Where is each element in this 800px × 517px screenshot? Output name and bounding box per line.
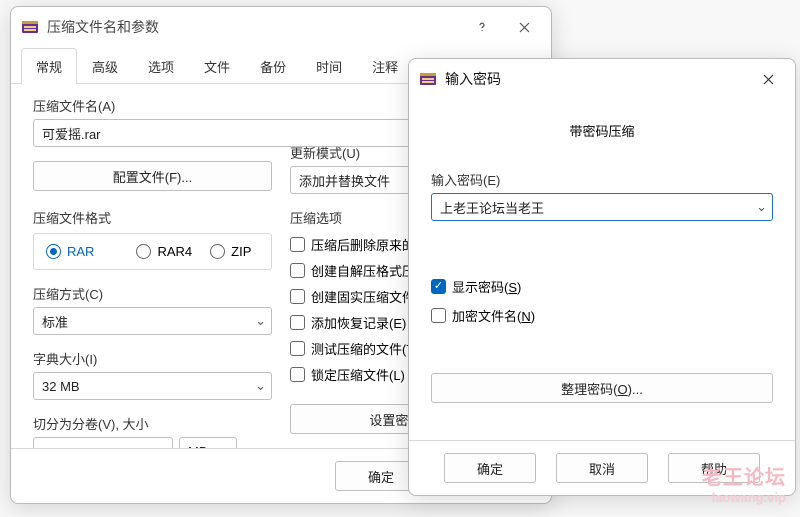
show-password-label: 显示密码(S)	[452, 277, 521, 296]
tab-advanced[interactable]: 高级	[77, 48, 133, 84]
titlebar: 输入密码	[409, 59, 795, 99]
tab-general[interactable]: 常规	[21, 48, 77, 84]
password-label: 输入密码(E)	[431, 170, 773, 189]
app-icon	[21, 18, 39, 36]
encrypt-names-checkbox[interactable]: ✓加密文件名(N)	[431, 306, 773, 325]
close-button[interactable]	[747, 64, 789, 94]
password-input[interactable]	[431, 193, 773, 221]
show-password-checkbox[interactable]: ✓显示密码(S)	[431, 277, 773, 296]
format-rar4-radio[interactable]: RAR4	[136, 244, 192, 259]
help-button[interactable]: 帮助	[668, 453, 760, 483]
tab-options[interactable]: 选项	[133, 48, 189, 84]
dict-label: 字典大小(I)	[33, 349, 272, 368]
format-zip-radio[interactable]: ZIP	[210, 244, 251, 259]
tab-files[interactable]: 文件	[189, 48, 245, 84]
tab-time[interactable]: 时间	[301, 48, 357, 84]
dialog-footer: 确定 取消 帮助	[409, 440, 795, 495]
dialog-body: 带密码压缩 输入密码(E) ⌄ ✓显示密码(S) ✓加密文件名(N) 整理密码(…	[409, 99, 795, 415]
method-select[interactable]	[33, 307, 272, 335]
split-label: 切分为分卷(V), 大小	[33, 414, 272, 433]
organize-passwords-button[interactable]: 整理密码(O)...	[431, 373, 773, 403]
ok-button[interactable]: 确定	[444, 453, 536, 483]
close-button[interactable]	[503, 12, 545, 42]
profiles-button[interactable]: 配置文件(F)...	[33, 161, 272, 191]
tab-comment[interactable]: 注释	[357, 48, 413, 84]
help-button[interactable]	[461, 12, 503, 42]
method-label: 压缩方式(C)	[33, 284, 272, 303]
heading: 带密码压缩	[431, 121, 773, 140]
window-title: 压缩文件名和参数	[47, 17, 461, 37]
cancel-button[interactable]: 取消	[556, 453, 648, 483]
encrypt-names-label: 加密文件名(N)	[452, 306, 535, 325]
app-icon	[419, 70, 437, 88]
dict-select[interactable]	[33, 372, 272, 400]
tab-backup[interactable]: 备份	[245, 48, 301, 84]
format-rar-radio[interactable]: RAR	[46, 244, 118, 259]
password-dialog: 输入密码 带密码压缩 输入密码(E) ⌄ ✓显示密码(S) ✓加密文件名(N) …	[408, 58, 796, 496]
window-title: 输入密码	[445, 69, 747, 89]
format-label: 压缩文件格式	[33, 208, 272, 227]
titlebar: 压缩文件名和参数	[11, 7, 551, 47]
